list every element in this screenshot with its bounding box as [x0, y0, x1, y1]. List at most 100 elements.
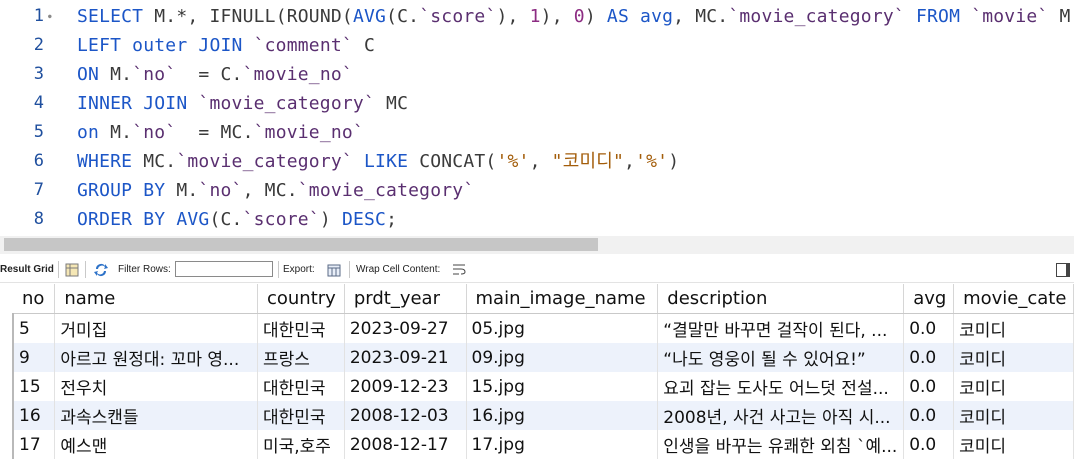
table-row[interactable]: 17 예스맨 미국,호주 2008-12-17 17.jpg 인생을 바꾸는 유쾌한 외침…	[12, 430, 1074, 459]
filter-rows-label: Filter Rows:	[118, 264, 171, 275]
code-line[interactable]: 2 LEFT outer JOIN `comment` C	[0, 31, 1074, 60]
table-cell[interactable]: 2009-12-23	[344, 372, 467, 401]
table-cell[interactable]: 0.0	[903, 430, 955, 459]
table-cell[interactable]: 코미디	[953, 430, 1074, 459]
table-cell[interactable]: 0.0	[903, 401, 955, 430]
code-token: AS	[606, 6, 641, 27]
table-cell[interactable]: 미국,호주	[257, 430, 345, 459]
sql-editor[interactable]: 1 ● SELECT M.*, IFNULL(ROUND(AVG(C.`score`…	[0, 0, 1074, 236]
code-token: DESC	[341, 209, 387, 230]
table-cell[interactable]: 프랑스	[257, 343, 345, 372]
code-token: '%'	[635, 151, 669, 172]
code-token: `movie_no`	[242, 64, 353, 85]
code-token: )	[584, 6, 607, 27]
column-header[interactable]: name	[54, 284, 258, 314]
table-row[interactable]: 9 아르고 원정대: 꼬마 영... 프랑스 2023-09-21 09.jpg “나도 …	[12, 343, 1074, 372]
table-cell[interactable]: 15	[12, 372, 56, 401]
column-header[interactable]: description	[657, 284, 905, 314]
table-cell[interactable]: 5	[12, 313, 56, 343]
toggle-panel-icon[interactable]	[1056, 263, 1070, 277]
table-cell[interactable]: 예스맨	[54, 430, 258, 459]
table-cell[interactable]: 아르고 원정대: 꼬마 영...	[54, 343, 258, 372]
table-cell[interactable]: 0.0	[903, 372, 955, 401]
filter-rows-input[interactable]	[175, 261, 273, 277]
table-cell[interactable]: 과속스캔들	[54, 401, 258, 430]
line-number: 5	[33, 122, 44, 142]
code-token: '%'	[496, 151, 530, 172]
table-cell[interactable]: 17	[12, 430, 56, 459]
table-row[interactable]: 15 전우치 대한민국 2009-12-23 15.jpg 요괴 잡는 도사도 어느덧 전…	[12, 372, 1074, 401]
table-cell[interactable]: 전우치	[54, 372, 258, 401]
column-header[interactable]: prdt_year	[344, 284, 467, 314]
code-token: )	[668, 151, 680, 172]
table-cell[interactable]: 17.jpg	[466, 430, 659, 459]
column-header[interactable]: country	[257, 284, 345, 314]
code-token: ORDER BY	[77, 209, 177, 230]
table-cell[interactable]: 2008-12-17	[344, 430, 467, 459]
table-cell[interactable]: 요괴 잡는 도사도 어느덧 전설...	[657, 372, 905, 401]
table-cell[interactable]: 2008년, 사건 사고는 아직 시...	[657, 401, 905, 430]
table-cell[interactable]: 거미집	[54, 313, 258, 343]
table-cell[interactable]: 16.jpg	[466, 401, 659, 430]
table-cell[interactable]: 16	[12, 401, 56, 430]
table-row[interactable]: 5 거미집 대한민국 2023-09-27 05.jpg “결말만 바꾸면 걸작이 된다,…	[12, 313, 1074, 343]
code-line[interactable]: 6 WHERE MC.`movie_category` LIKE CONCAT('…	[0, 147, 1074, 176]
scrollbar-thumb[interactable]	[4, 238, 598, 251]
table-cell[interactable]: 대한민국	[257, 372, 345, 401]
line-number: 4	[33, 93, 44, 113]
table-cell[interactable]: 05.jpg	[466, 313, 659, 343]
code-line[interactable]: 7 GROUP BY M.`no`, MC.`movie_category`	[0, 176, 1074, 205]
code-token: M.	[176, 180, 199, 201]
table-cell[interactable]: 대한민국	[257, 401, 345, 430]
code-line[interactable]: 5 on M.`no` = MC.`movie_no`	[0, 118, 1074, 147]
refresh-icon[interactable]	[93, 262, 109, 278]
table-cell[interactable]: 0.0	[903, 343, 955, 372]
code-token: (	[485, 151, 497, 172]
table-cell[interactable]: 2023-09-27	[344, 313, 467, 343]
column-header[interactable]: no	[13, 284, 56, 314]
code-line[interactable]: 8 ORDER BY AVG(C.`score`) DESC;	[0, 205, 1074, 234]
table-cell[interactable]: 코미디	[953, 372, 1074, 401]
result-table: no name country prdt_year main_image_name des…	[12, 284, 1074, 459]
code-token: (	[341, 6, 353, 27]
wrap-text-icon[interactable]	[451, 262, 467, 278]
editor-horizontal-scrollbar[interactable]	[0, 236, 1074, 254]
separator	[85, 261, 86, 278]
code-token: LEFT outer JOIN	[77, 35, 254, 56]
code-token: 1	[529, 6, 541, 27]
table-cell[interactable]: 코미디	[953, 401, 1074, 430]
code-token: `no`	[132, 64, 188, 85]
code-token: INNER JOIN	[77, 93, 199, 114]
code-line[interactable]: 4 INNER JOIN `movie_category` MC	[0, 89, 1074, 118]
line-number: 6	[33, 151, 44, 171]
form-editor-icon[interactable]	[64, 262, 80, 278]
column-header[interactable]: avg	[903, 284, 955, 314]
table-cell[interactable]: 15.jpg	[466, 372, 659, 401]
column-header[interactable]: main_image_name	[466, 284, 659, 314]
table-cell[interactable]: 2023-09-21	[344, 343, 467, 372]
table-cell[interactable]: 대한민국	[257, 313, 345, 343]
result-grid: no name country prdt_year main_image_name des…	[0, 284, 1074, 466]
table-cell[interactable]: 2008-12-03	[344, 401, 467, 430]
code-token: FROM	[915, 6, 972, 27]
fold-marker-icon[interactable]: ●	[48, 2, 62, 31]
table-cell[interactable]: 코미디	[953, 343, 1074, 372]
table-cell[interactable]: 0.0	[903, 313, 955, 343]
table-cell[interactable]: 인생을 바꾸는 유쾌한 외침 `예...	[657, 430, 905, 459]
table-cell[interactable]: “결말만 바꾸면 걸작이 된다, ...	[657, 313, 905, 343]
code-token: ),	[540, 6, 574, 27]
table-cell[interactable]: 9	[12, 343, 56, 372]
code-line[interactable]: 1 ● SELECT M.*, IFNULL(ROUND(AVG(C.`score`…	[0, 2, 1074, 31]
table-row[interactable]: 16 과속스캔들 대한민국 2008-12-03 16.jpg 2008년, 사건 사고는…	[12, 401, 1074, 430]
table-cell[interactable]: “나도 영웅이 될 수 있어요!”	[657, 343, 905, 372]
code-token: WHERE	[77, 151, 144, 172]
export-icon[interactable]	[326, 262, 342, 278]
column-header[interactable]: movie_cate	[953, 284, 1074, 314]
result-grid-label[interactable]: Result Grid	[0, 264, 54, 275]
code-token: C	[363, 35, 376, 56]
table-cell[interactable]: 코미디	[953, 313, 1074, 343]
code-token: ,	[529, 151, 552, 172]
code-token: MC	[386, 93, 409, 114]
table-cell[interactable]: 09.jpg	[466, 343, 659, 372]
code-line[interactable]: 3 ON M.`no` = C.`movie_no`	[0, 60, 1074, 89]
